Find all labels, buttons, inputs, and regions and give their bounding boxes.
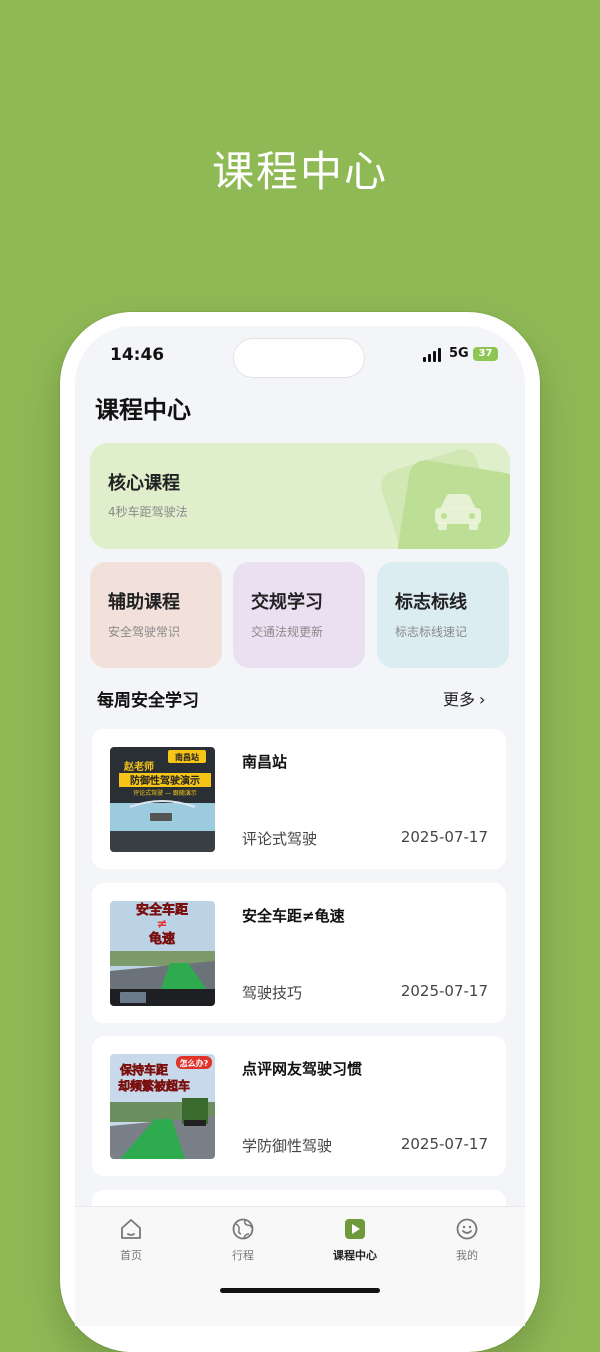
play-icon bbox=[345, 1219, 365, 1239]
sub-course-card-traffic-rules[interactable]: 交规学习 交通法规更新 bbox=[233, 562, 365, 668]
thumb-badge: 怎么办? bbox=[180, 1058, 209, 1068]
core-course-title: 核心课程 bbox=[108, 473, 180, 494]
thumb-line1: 安全车距 bbox=[136, 902, 188, 918]
globe-icon bbox=[232, 1218, 254, 1240]
signal-icon bbox=[423, 348, 443, 362]
tab-label: 我的 bbox=[456, 1249, 478, 1262]
thumb-location: 南昌站 bbox=[175, 752, 199, 762]
thumb-line2: 防御性驾驶演示 bbox=[130, 774, 200, 787]
video-tag: 驾驶技巧 bbox=[242, 984, 303, 1002]
tab-course-center[interactable]: 课程中心 bbox=[320, 1217, 390, 1263]
core-course-subtitle: 4秒车距驾驶法 bbox=[108, 505, 188, 519]
network-type: 5G bbox=[449, 346, 469, 361]
car-icon bbox=[435, 494, 481, 530]
tab-label: 课程中心 bbox=[333, 1249, 377, 1262]
thumb-line1: 赵老师 bbox=[123, 760, 154, 773]
tab-mine[interactable]: 我的 bbox=[432, 1217, 502, 1263]
sub-course-title: 辅助课程 bbox=[108, 592, 180, 613]
video-card[interactable]: 安全车距 ≠ 龟速 安全车距≠龟速 驾驶技巧 2025-07-17 bbox=[92, 883, 506, 1023]
video-tag: 学防御性驾驶 bbox=[242, 1137, 333, 1155]
tab-bar: 首页 行程 课程中心 我的 bbox=[75, 1206, 525, 1326]
video-card[interactable]: 怎么办? 保持车距 却频繁被超车 点评网友驾驶习惯 学防御性驾驶 2025-07… bbox=[92, 1036, 506, 1176]
thumb-line1: 保持车距 bbox=[119, 1062, 168, 1077]
sub-course-subtitle: 标志标线速记 bbox=[395, 625, 468, 639]
thumbnail-image: 怎么办? 保持车距 却频繁被超车 bbox=[110, 1054, 215, 1159]
video-date: 2025-07-17 bbox=[400, 828, 488, 846]
tab-trips[interactable]: 行程 bbox=[208, 1217, 278, 1263]
tab-label: 首页 bbox=[120, 1249, 142, 1262]
sub-course-subtitle: 交通法规更新 bbox=[251, 625, 324, 639]
video-date: 2025-07-17 bbox=[400, 1135, 488, 1153]
video-card[interactable]: 南昌站 赵老师 防御性驾驶演示 评论式驾驶 — 跟随演示 南昌站 评论式驾驶 2… bbox=[92, 729, 506, 869]
video-thumbnail: 安全车距 ≠ 龟速 bbox=[110, 901, 215, 1006]
thumb-line3: 龟速 bbox=[149, 931, 175, 947]
section-title: 每周安全学习 bbox=[97, 691, 199, 711]
sub-course-title: 交规学习 bbox=[251, 592, 323, 613]
tab-label: 行程 bbox=[232, 1249, 254, 1262]
video-date: 2025-07-17 bbox=[400, 982, 488, 1000]
tab-home[interactable]: 首页 bbox=[96, 1217, 166, 1263]
page-title: 课程中心 bbox=[95, 396, 191, 424]
video-title: 点评网友驾驶习惯 bbox=[242, 1060, 363, 1078]
dynamic-island bbox=[233, 338, 365, 378]
sub-course-card-assist[interactable]: 辅助课程 安全驾驶常识 bbox=[90, 562, 222, 668]
status-bar: 14:46 5G 37 bbox=[75, 326, 525, 382]
home-indicator bbox=[220, 1288, 380, 1293]
core-course-card[interactable]: 核心课程 4秒车距驾驶法 bbox=[90, 443, 510, 549]
more-link[interactable]: 更多 › bbox=[443, 686, 485, 710]
app-screen: 14:46 5G 37 课程中心 核心课程 4秒车距驾驶法 辅助课程 安全驾驶常… bbox=[75, 326, 525, 1326]
sub-course-subtitle: 安全驾驶常识 bbox=[108, 625, 181, 639]
thumbnail-image: 南昌站 赵老师 防御性驾驶演示 评论式驾驶 — 跟随演示 bbox=[110, 747, 215, 852]
thumb-line2: ≠ bbox=[157, 917, 168, 932]
video-title: 安全车距≠龟速 bbox=[242, 907, 345, 925]
home-icon bbox=[121, 1219, 141, 1239]
thumb-line3: 评论式驾驶 — 跟随演示 bbox=[133, 789, 197, 797]
smile-icon bbox=[456, 1218, 478, 1240]
status-time: 14:46 bbox=[110, 345, 165, 365]
thumb-line2: 却频繁被超车 bbox=[118, 1078, 190, 1093]
thumbnail-image: 安全车距 ≠ 龟速 bbox=[110, 901, 215, 1006]
more-label: 更多 bbox=[443, 690, 476, 709]
hero-title: 课程中心 bbox=[211, 147, 388, 196]
video-thumbnail: 怎么办? 保持车距 却频繁被超车 bbox=[110, 1054, 215, 1159]
video-tag: 评论式驾驶 bbox=[242, 830, 318, 848]
sub-course-title: 标志标线 bbox=[395, 592, 467, 613]
sub-course-card-signs[interactable]: 标志标线 标志标线速记 bbox=[377, 562, 509, 668]
chevron-right-icon: › bbox=[479, 690, 486, 709]
battery-icon: 37 bbox=[473, 347, 498, 361]
video-title: 南昌站 bbox=[242, 753, 288, 771]
video-thumbnail: 南昌站 赵老师 防御性驾驶演示 评论式驾驶 — 跟随演示 bbox=[110, 747, 215, 852]
